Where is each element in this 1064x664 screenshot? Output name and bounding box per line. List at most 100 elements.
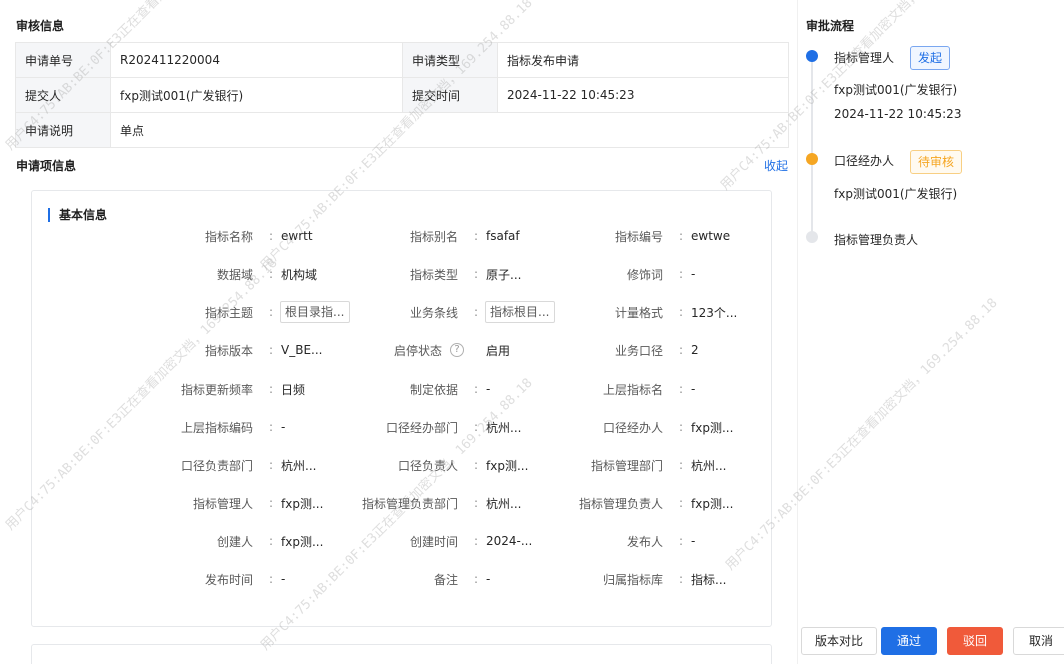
field-colon: : [268, 420, 274, 434]
table-cell-label: 申请单号 [15, 42, 111, 78]
step-dot-2 [806, 153, 818, 165]
collapse-link[interactable]: 收起 [764, 157, 788, 174]
field-label: 计量格式 [614, 305, 663, 320]
info-row: 上层指标编码: - 口径经办部门: 杭州... 口径经办人: fxp测... [32, 417, 773, 455]
info-row: 口径负责部门: 杭州... 口径负责人: fxp测... 指标管理部门: 杭州... [32, 455, 773, 493]
reject-button[interactable]: 驳回 [947, 627, 1003, 655]
field-label: 修饰词 [626, 267, 663, 282]
approve-button[interactable]: 通过 [881, 627, 937, 655]
field-label: 业务条线 [409, 305, 458, 320]
table-cell-label: 提交人 [15, 77, 111, 113]
field-colon: : [473, 572, 479, 586]
cancel-button[interactable]: 取消 [1013, 627, 1064, 655]
table-row: 申请说明 单点 [15, 112, 789, 148]
field-colon: : [268, 382, 274, 396]
basic-info-card: 基本信息 指标名称: ewrtt 指标别名: fsafaf 指标编号: ewtwe 数据域:… [31, 190, 772, 627]
field-label: 归属指标库 [602, 572, 663, 587]
field-value: 杭州... [486, 420, 522, 435]
help-icon[interactable]: ? [450, 343, 464, 357]
field-colon: : [678, 534, 684, 548]
field-colon: : [268, 343, 274, 357]
field-value: fsafaf [486, 229, 520, 243]
field-label: 指标主题 [204, 305, 253, 320]
table-cell-label: 提交时间 [402, 77, 498, 113]
field-colon: : [678, 382, 684, 396]
field-value: 杭州... [691, 458, 727, 473]
field-value: - [486, 572, 491, 586]
action-bar: 版本对比 通过 驳回 取消 [798, 627, 1064, 664]
field-value: fxp测... [691, 496, 734, 511]
field-label: 业务口径 [614, 343, 663, 358]
field-label: 指标管理部门 [590, 458, 663, 473]
field-label: 指标类型 [409, 267, 458, 282]
field-value: 123个... [691, 305, 738, 320]
field-value: 2024-... [486, 534, 533, 548]
field-label: 创建时间 [409, 534, 458, 549]
info-row: 指标版本: V_BE... 启停状态? 启用 业务口径:2 [32, 340, 773, 379]
field-value: 启用 [486, 343, 511, 358]
table-cell-value: 2024-11-22 10:45:23 [497, 77, 789, 113]
field-label: 备注 [433, 572, 458, 587]
table-cell-label: 申请类型 [402, 42, 498, 78]
field-colon: : [473, 267, 479, 281]
field-colon: : [678, 343, 684, 357]
field-label: 制定依据 [409, 382, 458, 397]
field-label: 启停状态 [393, 343, 442, 358]
field-colon: : [268, 458, 274, 472]
field-value: 杭州... [486, 496, 522, 511]
field-colon: : [473, 420, 479, 434]
field-value: - [281, 572, 286, 586]
field-value: - [281, 420, 286, 434]
field-value: ewtwe [691, 229, 731, 243]
field-colon: : [473, 496, 479, 510]
field-value: fxp测... [486, 458, 529, 473]
field-colon: : [678, 229, 684, 243]
field-label: 发布时间 [204, 572, 253, 587]
next-info-card [31, 644, 772, 664]
field-colon: : [268, 305, 274, 319]
review-section-title: 审核信息 [16, 19, 65, 33]
table-cell-label: 申请说明 [15, 112, 111, 148]
timeline-line [811, 60, 813, 238]
step-dot-3 [806, 231, 818, 243]
status-badge-initiated: 发起 [910, 46, 951, 70]
flow-title: 审批流程 [806, 19, 855, 33]
field-colon: : [678, 496, 684, 510]
field-value: 机构域 [281, 267, 318, 282]
step-dot-1 [806, 50, 818, 62]
info-row: 指标更新频率: 日频 制定依据: - 上层指标名: - [32, 379, 773, 417]
field-colon: : [268, 267, 274, 281]
field-value: fxp测... [691, 420, 734, 435]
info-row: 数据域: 机构域 指标类型: 原子... 修饰词: - [32, 264, 773, 302]
field-colon: : [268, 534, 274, 548]
field-value: 指标... [691, 572, 727, 587]
field-colon: : [473, 534, 479, 548]
table-cell-value: 指标发布申请 [497, 42, 789, 78]
info-row: 指标管理人: fxp测... 指标管理负责部门: 杭州... 指标管理负责人: fxp测.… [32, 493, 773, 531]
field-label: 发布人 [626, 534, 663, 549]
field-colon: : [678, 420, 684, 434]
field-value: fxp测... [281, 534, 324, 549]
status-badge-pending: 待审核 [910, 150, 963, 174]
field-label: 指标管理人 [192, 496, 253, 511]
field-colon: : [678, 305, 684, 319]
field-colon: : [473, 458, 479, 472]
field-label: 指标管理负责人 [578, 496, 663, 511]
info-row: 指标主题: 根目录指... 业务条线: 指标根目... 计量格式:123个... [32, 301, 773, 340]
basic-info-grid: 指标名称: ewrtt 指标别名: fsafaf 指标编号: ewtwe 数据域: 机构域 指标… [32, 226, 773, 607]
table-row: 提交人 fxp测试001(广发银行) 提交时间 2024-11-22 10:45… [15, 77, 789, 113]
field-value: ewrtt [281, 229, 313, 243]
info-row: 指标名称: ewrtt 指标别名: fsafaf 指标编号: ewtwe [32, 226, 773, 264]
field-colon: : [268, 496, 274, 510]
field-colon: : [268, 229, 274, 243]
version-compare-button[interactable]: 版本对比 [801, 627, 877, 655]
field-value: - [691, 267, 696, 281]
field-value: V_BE... [281, 343, 323, 357]
field-colon: : [473, 382, 479, 396]
field-colon: : [678, 267, 684, 281]
field-colon: : [268, 572, 274, 586]
field-value: - [691, 534, 696, 548]
field-label: 上层指标名 [602, 382, 663, 397]
step-name-2: 口径经办人 [834, 154, 895, 168]
field-value: 原子... [486, 267, 522, 282]
